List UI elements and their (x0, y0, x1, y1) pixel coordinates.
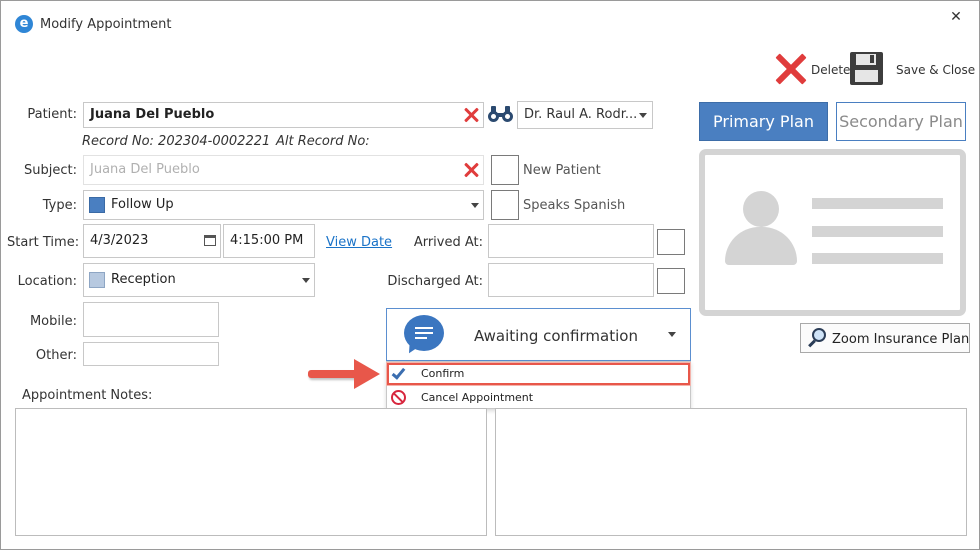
arrived-at-field[interactable] (488, 224, 654, 258)
status-dropdown-menu: Confirm Cancel Appointment (386, 361, 691, 409)
new-patient-checkbox[interactable] (491, 155, 519, 185)
window-title: Modify Appointment (40, 17, 172, 32)
zoom-insurance-plan-button[interactable]: Zoom Insurance Plan (800, 323, 970, 353)
subject-label: Subject: (24, 163, 77, 178)
delete-label: Delete (811, 63, 851, 77)
delete-button[interactable]: Delete (774, 52, 850, 86)
cancel-option-label: Cancel Appointment (421, 391, 534, 404)
type-color-swatch (89, 197, 105, 213)
other-field[interactable] (83, 342, 219, 366)
subject-field[interactable]: Juana Del Pueblo (83, 155, 484, 185)
clear-patient-icon[interactable] (462, 106, 480, 124)
location-dropdown[interactable]: Reception (83, 263, 315, 297)
app-icon: e (15, 15, 33, 33)
person-silhouette-icon (723, 185, 803, 265)
checkmark-icon (391, 365, 406, 380)
status-selected-label: Awaiting confirmation (474, 327, 638, 345)
chevron-down-icon (668, 332, 676, 337)
appointment-notes-label: Appointment Notes: (22, 388, 153, 403)
clear-subject-icon[interactable] (462, 161, 480, 179)
speech-bubble-icon (403, 315, 444, 357)
view-date-link[interactable]: View Date (326, 235, 392, 250)
mobile-field[interactable] (83, 302, 219, 337)
other-label: Other: (35, 348, 77, 363)
modify-appointment-window: e Modify Appointment ✕ Delete Save & Clo… (0, 0, 980, 550)
patient-label: Patient: (27, 107, 77, 122)
speaks-spanish-checkbox[interactable] (491, 190, 519, 220)
start-time-label: Start Time: (7, 235, 80, 250)
status-option-cancel[interactable]: Cancel Appointment (387, 387, 690, 409)
location-color-swatch (89, 272, 105, 288)
close-window-button[interactable]: ✕ (945, 9, 967, 27)
chevron-down-icon (471, 203, 479, 208)
start-date-field[interactable]: 4/3/2023 (83, 224, 221, 258)
save-close-button[interactable]: Save & Close (850, 52, 976, 86)
type-dropdown[interactable]: Follow Up (83, 190, 484, 220)
appointment-status-dropdown[interactable]: Awaiting confirmation (386, 308, 691, 361)
chevron-down-icon (639, 113, 647, 118)
delete-x-icon (774, 52, 808, 86)
speaks-spanish-label: Speaks Spanish (523, 198, 626, 213)
provider-dropdown[interactable]: Dr. Raul A. Rodr... (517, 101, 653, 129)
patient-field[interactable]: Juana Del Pueblo (83, 102, 484, 128)
insurance-card-image (699, 149, 966, 316)
chevron-down-icon (302, 278, 310, 283)
binoculars-icon[interactable] (488, 106, 514, 122)
status-option-confirm[interactable]: Confirm (387, 363, 690, 385)
start-time-field[interactable]: 4:15:00 PM (223, 224, 315, 258)
type-label: Type: (42, 198, 77, 213)
new-patient-label: New Patient (523, 163, 601, 178)
alt-record-number: Alt Record No: (276, 134, 370, 149)
prohibited-icon (391, 390, 406, 405)
zoom-insurance-label: Zoom Insurance Plan (832, 332, 970, 347)
confirm-option-label: Confirm (421, 367, 465, 380)
secondary-plan-button[interactable]: Secondary Plan (836, 102, 966, 141)
appointment-notes-right[interactable] (495, 408, 967, 536)
primary-plan-button[interactable]: Primary Plan (699, 102, 828, 141)
discharged-at-label: Discharged At: (387, 274, 483, 289)
location-label: Location: (17, 274, 77, 289)
discharged-at-checkbox[interactable] (657, 268, 685, 294)
discharged-at-field[interactable] (488, 263, 654, 297)
magnifier-icon (807, 328, 827, 348)
floppy-disk-icon (850, 52, 883, 85)
callout-arrow-icon (308, 359, 382, 389)
mobile-label: Mobile: (29, 314, 77, 329)
arrived-at-checkbox[interactable] (657, 229, 685, 255)
arrived-at-label: Arrived At: (413, 235, 483, 250)
save-close-label: Save & Close (896, 63, 976, 77)
record-number: Record No: 202304-0002221 (82, 134, 271, 149)
calendar-icon[interactable] (204, 235, 216, 246)
appointment-notes-left[interactable] (15, 408, 487, 536)
